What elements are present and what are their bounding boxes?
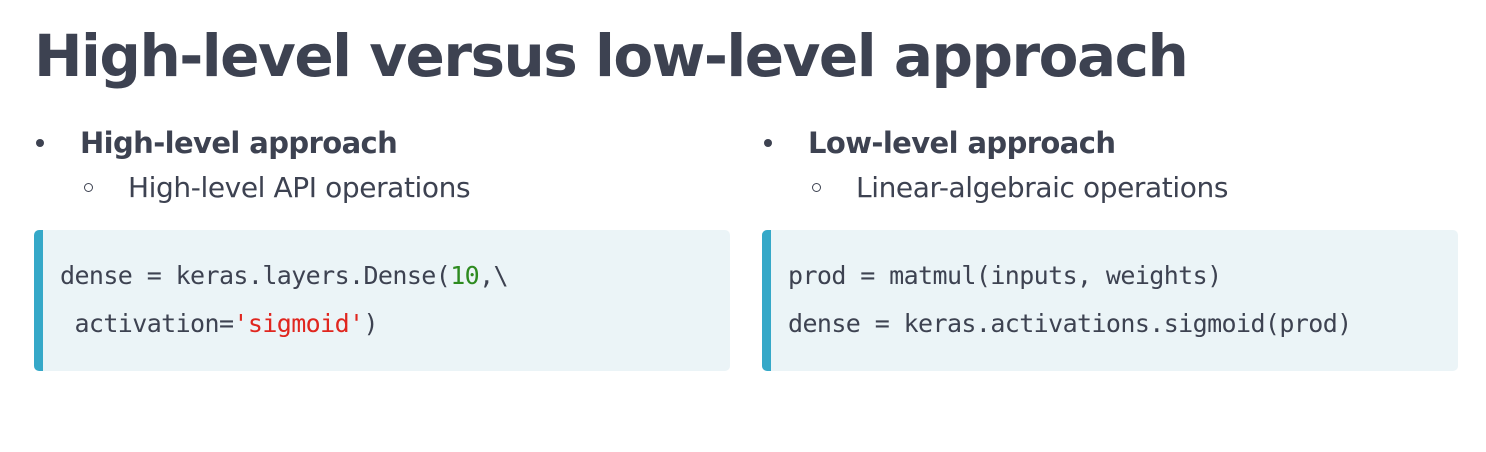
- code-line: dense = keras.activations.sigmoid(prod): [788, 309, 1352, 338]
- bullet-item: Low-level approach: [760, 120, 1458, 166]
- bullet-dot-icon: [36, 139, 44, 147]
- code-text: activation=: [60, 309, 234, 338]
- code-text: ): [363, 309, 378, 338]
- sub-bullet-text-low-level: Linear-algebraic operations: [856, 171, 1229, 204]
- high-level-column: High-level approach High-level API opera…: [32, 120, 730, 371]
- sub-bullet-item: Linear-algebraic operations: [760, 166, 1458, 214]
- sub-bullet-item: High-level API operations: [32, 166, 730, 214]
- bullet-heading-low-level: Low-level approach: [808, 126, 1116, 160]
- hollow-circle-icon: [812, 183, 821, 192]
- bullet-item: High-level approach: [32, 120, 730, 166]
- bullet-heading-high-level: High-level approach: [80, 126, 398, 160]
- sub-bullet-text-high-level: High-level API operations: [128, 171, 471, 204]
- code-block-low-level: prod = matmul(inputs, weights) dense = ke…: [762, 230, 1458, 371]
- hollow-circle-icon: [84, 183, 93, 192]
- bullet-dot-icon: [764, 139, 772, 147]
- code-line: dense = keras.layers.Dense(10,\: [60, 252, 730, 300]
- low-level-column: Low-level approach Linear-algebraic oper…: [760, 120, 1458, 371]
- code-block-high-level: dense = keras.layers.Dense(10,\ activati…: [34, 230, 730, 371]
- code-text: dense = keras.layers.Dense(: [60, 261, 451, 290]
- code-text: ,\: [479, 261, 509, 290]
- code-string-token: 'sigmoid': [233, 309, 364, 338]
- code-number-token: 10: [450, 261, 480, 290]
- code-line: prod = matmul(inputs, weights): [788, 261, 1222, 290]
- code-line: activation='sigmoid'): [60, 300, 730, 348]
- slide-title: High-level versus low-level approach: [34, 22, 1189, 90]
